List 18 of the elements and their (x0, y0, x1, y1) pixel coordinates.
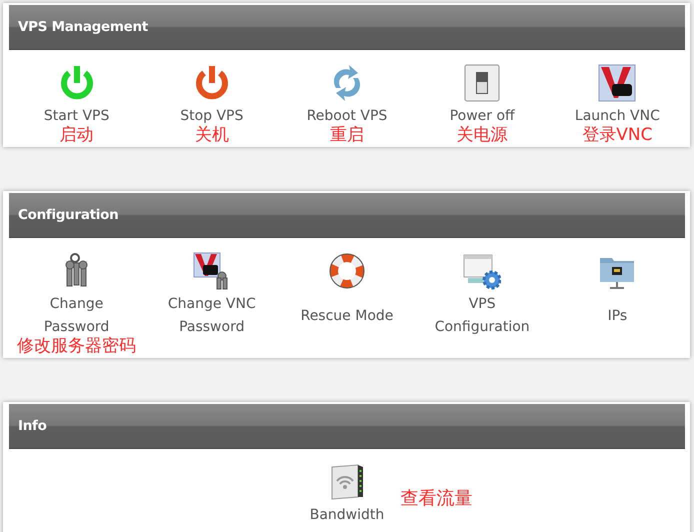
annotation-text: 关电源 (456, 125, 508, 145)
monitor-gear-icon (463, 252, 502, 290)
action-link[interactable]: IPs (608, 304, 628, 328)
panel-title: Configuration (18, 207, 118, 223)
lifebuoy-icon (328, 252, 366, 290)
annotation-text: 修改服务器密码 (17, 336, 136, 356)
annotation-text: 重启 (330, 125, 364, 145)
annotation-text: 查看流量 (400, 487, 472, 510)
switch-icon (463, 64, 502, 102)
annotation-text: 启动 (60, 125, 94, 145)
panel-title: Info (18, 418, 47, 434)
annotation-text: 登录VNC (582, 125, 652, 145)
panel-title: VPS Management (18, 19, 148, 35)
action-link[interactable]: Change VNC Password (168, 293, 256, 339)
action-link[interactable]: Rescue Mode (300, 304, 394, 328)
annotation-text: 关机 (194, 125, 229, 145)
action-link[interactable]: Bandwidth (310, 504, 384, 527)
action-link[interactable]: VPS Configuration (434, 293, 530, 339)
